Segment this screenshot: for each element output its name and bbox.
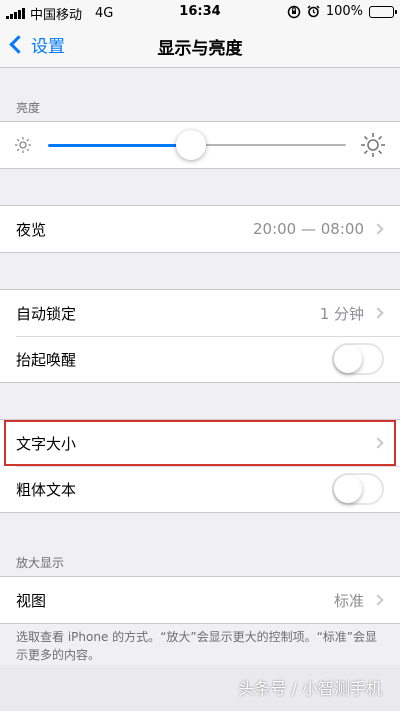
zoom-footnote: 选取查看 iPhone 的方式。“放大”会显示更大的控制项。“标准”会显示更多的… xyxy=(16,630,378,662)
lock-group: 自动锁定 1 分钟 抬起唤醒 xyxy=(0,289,400,383)
raise-to-wake-label: 抬起唤醒 xyxy=(16,350,77,369)
slider-thumb[interactable] xyxy=(176,130,207,160)
view-value: 标准 xyxy=(333,591,364,610)
sun-large-icon xyxy=(361,133,385,157)
bold-text-label: 粗体文本 xyxy=(16,480,77,499)
watermark: 头条号 / 小智测手机 xyxy=(238,679,382,698)
sun-small-icon xyxy=(15,137,31,153)
zoom-group: 视图 标准 xyxy=(0,576,400,624)
auto-lock-value: 1 分钟 xyxy=(319,304,364,323)
night-shift-group: 夜览 20:00 — 08:00 xyxy=(0,205,400,253)
raise-to-wake-toggle[interactable] xyxy=(332,343,384,375)
alarm-icon xyxy=(307,5,320,18)
status-bar: 中国移动 4G 16:34 100% xyxy=(0,0,400,24)
view-row[interactable]: 视图 标准 xyxy=(0,577,400,623)
night-shift-row[interactable]: 夜览 20:00 — 08:00 xyxy=(0,206,400,252)
raise-to-wake-row: 抬起唤醒 xyxy=(0,336,400,382)
bold-text-row: 粗体文本 xyxy=(0,466,400,512)
nav-bar: 设置 显示与亮度 xyxy=(0,24,400,68)
slider-track-empty xyxy=(191,144,346,146)
night-shift-label: 夜览 xyxy=(16,220,47,239)
text-size-row[interactable]: 文字大小 xyxy=(0,420,400,466)
auto-lock-row[interactable]: 自动锁定 1 分钟 xyxy=(0,290,400,336)
slider-track-filled xyxy=(48,144,192,147)
night-shift-value: 20:00 — 08:00 xyxy=(253,220,364,238)
chevron-right-icon xyxy=(372,223,384,235)
bold-text-toggle[interactable] xyxy=(332,473,384,505)
status-right: 100% xyxy=(287,4,397,19)
auto-lock-label: 自动锁定 xyxy=(16,304,77,323)
brightness-group xyxy=(0,121,400,169)
text-group: 文字大小 粗体文本 xyxy=(0,419,400,513)
brightness-slider[interactable] xyxy=(0,122,400,168)
battery-icon xyxy=(369,5,397,18)
chevron-right-icon xyxy=(372,307,384,319)
text-size-label: 文字大小 xyxy=(16,434,77,453)
brightness-section-label: 亮度 xyxy=(16,101,41,115)
chevron-right-icon xyxy=(372,594,384,606)
zoom-section-label: 放大显示 xyxy=(16,556,65,570)
page-title: 显示与亮度 xyxy=(157,39,243,59)
orientation-lock-icon xyxy=(287,5,301,18)
toggle-knob xyxy=(334,475,362,503)
chevron-right-icon xyxy=(372,437,384,449)
toggle-knob xyxy=(334,345,362,373)
view-label: 视图 xyxy=(16,591,47,610)
battery-percent: 100% xyxy=(325,4,363,19)
